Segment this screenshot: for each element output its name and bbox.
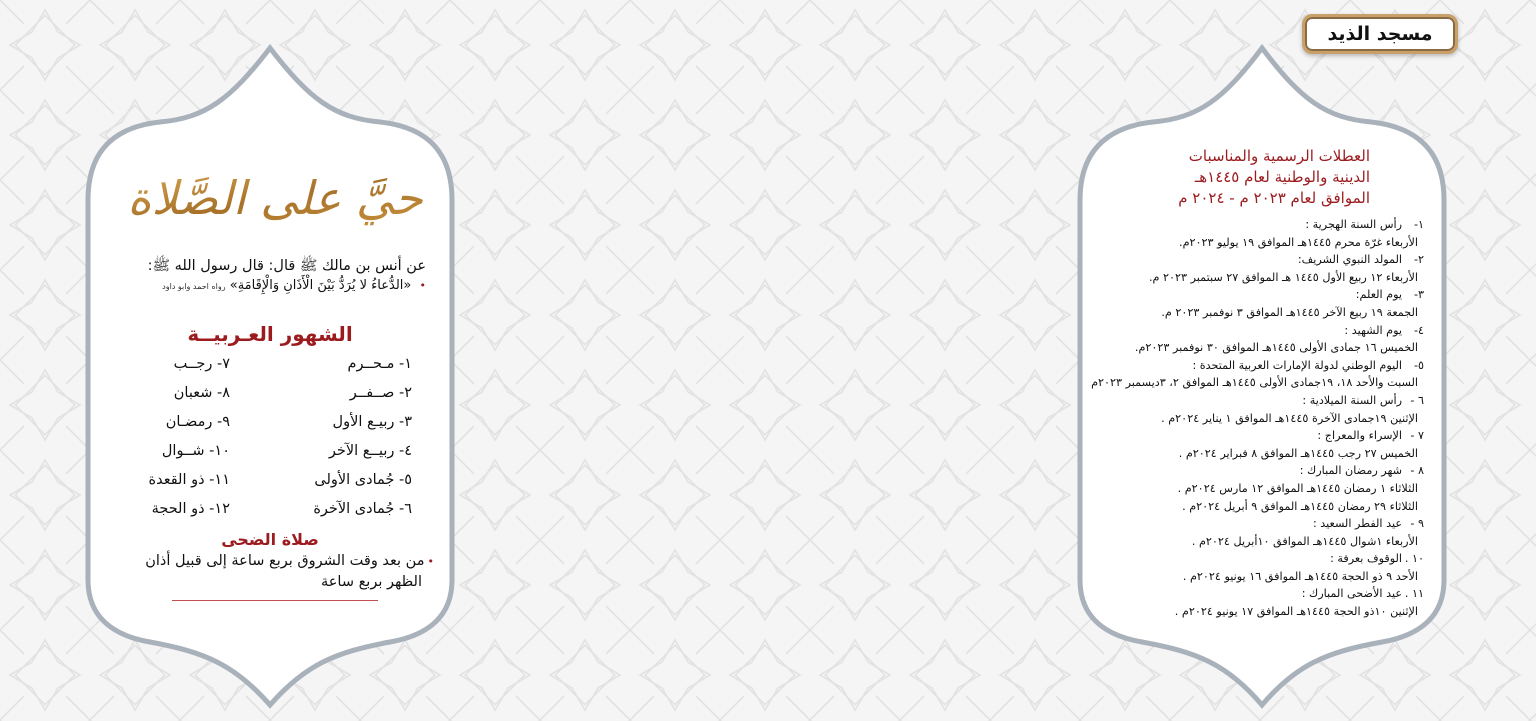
month-item: ١٠- شــوال [161,443,230,459]
month-item: ٦- جُمادى الآخرة [313,501,412,517]
item-number: ٣- [1413,288,1424,302]
item-heading: عيد الأضحى المبارك : [1301,587,1402,601]
item-date: الجمعة ١٩ ربيع الآخر ١٤٤٥هـ الموافق ٣ نو… [1161,305,1418,319]
list-item: ١- رأس السنة الهجرية : الأربعاء غرّة محرم… [1098,216,1424,251]
month-item: ٣- ربيـع الأول [332,414,412,430]
month-item: ٥- جُمادى الأولى [314,472,412,488]
duha-line-1: من بعد وقت الشروق بربع ساعة إلى قبيل أذا… [145,553,425,569]
item-heading: يوم العلم: [1355,288,1402,302]
duha-title: صلاة الضحى [221,530,319,549]
item-date: الخميس ١٦ جمادى الأولى ١٤٤٥هـ الموافق ٣٠… [1134,341,1418,355]
item-date: الإثنين ١٠ذو الحجة ١٤٤٥هـ الموافق ١٧ يون… [1174,605,1418,619]
holidays-title: العطلات الرسمية والمناسبات الدينية والوط… [1128,146,1370,209]
item-number: ٥- [1413,358,1424,372]
item-heading: يوم الشهيد : [1344,323,1402,337]
item-number: ٤- [1413,323,1424,337]
list-item: ٩ - عيد الفطر السعيد : الأربعاء ١شوال ١٤٤… [1098,515,1424,550]
bullet-icon: • [419,279,427,292]
month-item: ٧- رجــب [173,356,230,372]
month-item: ٢- صــفــر [349,385,412,401]
mosque-badge: مسجد الذيد [1302,14,1458,54]
duha-text: •من بعد وقت الشروق بربع ساعة إلى قبيل أذ… [108,551,434,593]
list-item: ٥- اليوم الوطني لدولة الإمارات العربية ال… [1091,357,1424,392]
item-date: الثلاثاء ٢٩ رمضان ١٤٤٥هـ الموافق ٩ أبريل… [1182,499,1418,513]
item-heading: الوقوف بعرفة : [1330,552,1402,566]
list-item: ٤- يوم الشهيد : الخميس ١٦ جمادى الأولى ١٤… [1098,322,1424,357]
bullet-icon: • [427,555,435,568]
item-date: الأربعاء ١٢ ربيع الأول ١٤٤٥ هـ الموافق ٢… [1148,270,1418,284]
item-heading: شهر رمضان المبارك : [1299,464,1402,478]
month-item: ٩- رمضـان [165,414,230,430]
holidays-title-line: الموافق لعام ٢٠٢٣ م - ٢٠٢٤ م [1178,189,1370,207]
item-heading: رأس السنة الميلادية : [1302,393,1402,407]
item-number: ٢- [1413,253,1424,267]
list-item: ٦ - رأس السنة الميلادية : الإثنين ١٩جمادى… [1098,392,1424,427]
list-item: ١١ .عيد الأضحى المبارك : الإثنين ١٠ذو ال… [1098,585,1424,620]
item-heading: اليوم الوطني لدولة الإمارات العربية المت… [1192,358,1402,372]
holidays-title-line: العطلات الرسمية والمناسبات [1188,147,1370,165]
month-item: ٤- ربيــع الآخر [328,443,412,459]
item-number: ٨ - [1410,464,1424,478]
item-number: ٦ - [1410,393,1424,407]
holidays-title-line: الدينية والوطنية لعام ١٤٤٥هـ [1194,168,1370,186]
hadith-block: عن أنس بن مالك ﷺ قال: قال رسول الله ﷺ: •… [108,256,426,297]
item-date: الأربعاء ١شوال ١٤٤٥هـ الموافق ١٠أبريل ٢٠… [1191,534,1418,548]
month-item: ١١- ذو القعدة [148,472,230,488]
list-item: ٧ - الإسراء والمعراج : الخميس ٢٧ رجب ١٤٤٥… [1098,427,1424,462]
month-item: ١- مـحــرم [347,356,413,372]
calligraphy-title: حيَّ على الصَّلاة [120,150,430,240]
item-date: الأحد ٩ ذو الحجة ١٤٤٥هـ الموافق ١٦ يونيو… [1182,569,1418,583]
hadith-text: «الدُّعاءُ لا يُرَدُّ بَيْنَ الْأَذَانِ … [229,278,412,293]
item-date: الثلاثاء ١ رمضان ١٤٤٥هـ الموافق ١٢ مارس … [1177,481,1418,495]
list-item: ٨ - شهر رمضان المبارك : الثلاثاء ١ رمضان … [1098,462,1424,515]
calligraphy-svg: حيَّ على الصَّلاة [127,171,423,226]
month-item: ١٢- ذو الحجة [151,501,230,517]
item-number: ١٠ . [1404,552,1424,566]
hadith-narration: عن أنس بن مالك ﷺ قال: قال رسول الله ﷺ: [147,258,426,274]
item-heading: رأس السنة الهجرية : [1305,218,1402,231]
item-heading: عيد الفطر السعيد : [1312,517,1402,531]
item-number: ١١ . [1404,587,1424,601]
item-date: الأربعاء غرّة محرم ١٤٤٥هـ الموافق ١٩ يول… [1179,235,1418,249]
item-number: ٧ - [1410,429,1424,443]
item-date: السبت والأحد ١٨، ١٩جمادى الأولى ١٤٤٥هـ ا… [1091,376,1418,390]
right-page: مسجد الذيد العطلات الرسمية والمناسبات ال… [768,0,1536,721]
list-item: ٢- المولد النبوي الشريف: الأربعاء ١٢ ربيع… [1098,251,1424,286]
item-heading: الإسراء والمعراج : [1317,429,1402,443]
holidays-list: ١- رأس السنة الهجرية : الأربعاء غرّة محرم… [1091,216,1424,621]
left-page: حيَّ على الصَّلاة عن أنس بن مالك ﷺ قال: … [0,0,768,721]
months-title: الشهور العـربيــة [187,322,353,346]
mosque-name: مسجد الذيد [1327,23,1433,45]
list-item: ١٠ .الوقوف بعرفة : الأحد ٩ ذو الحجة ١٤٤٥… [1098,550,1424,585]
month-item: ٨- شعبان [173,385,230,401]
list-item: ٣- يوم العلم: الجمعة ١٩ ربيع الآخر ١٤٤٥هـ… [1098,286,1424,321]
duha-line-2: الظهر بربع ساعة [320,574,422,590]
divider [172,600,378,601]
calligraphy-text: حيَّ على الصَّلاة [127,171,423,226]
item-date: الإثنين ١٩جمادى الآخرة ١٤٤٥هـ الموافق ١ … [1161,411,1418,425]
hadith-source: رواه احمد وابو داود [162,282,226,291]
item-number: ١- [1413,218,1424,231]
item-heading: المولد النبوي الشريف: [1297,253,1402,267]
item-number: ٩ - [1410,517,1424,531]
item-date: الخميس ٢٧ رجب ١٤٤٥هـ الموافق ٨ فبراير ٢٠… [1178,446,1418,460]
